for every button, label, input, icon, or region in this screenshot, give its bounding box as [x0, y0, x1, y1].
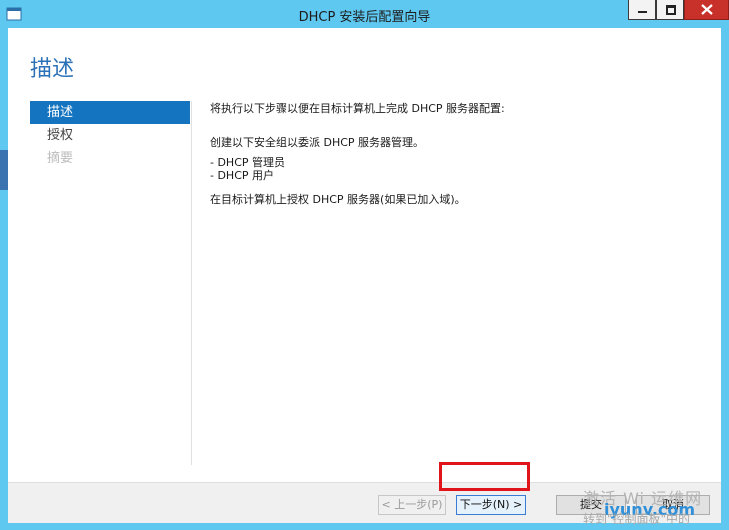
wizard-nav: 描述 授权 摘要 — [30, 101, 190, 170]
group-admins-item: - DHCP 管理员 — [210, 156, 286, 169]
close-icon — [701, 4, 713, 15]
security-groups-text: 创建以下安全组以委派 DHCP 服务器管理。 — [210, 136, 425, 149]
page-title: 描述 — [30, 57, 75, 82]
window-title: DHCP 安装后配置向导 — [298, 10, 431, 25]
intro-text: 将执行以下步骤以便在目标计算机上完成 DHCP 服务器配置: — [210, 102, 505, 115]
next-button[interactable]: 下一步(N) > — [456, 495, 526, 515]
maximize-button[interactable] — [656, 0, 684, 20]
close-button[interactable] — [684, 0, 729, 20]
wizard-client: 描述 描述 授权 摘要 将执行以下步骤以便在目标计算机上完成 DHCP 服务器配… — [8, 28, 721, 523]
watermark-control-panel: 转到"控制面板"中的 — [583, 512, 691, 526]
group-users-item: - DHCP 用户 — [210, 169, 275, 182]
next-button-highlight — [439, 462, 530, 491]
minimize-button[interactable] — [628, 0, 656, 20]
nav-item-description[interactable]: 描述 — [30, 101, 190, 124]
nav-item-authorization[interactable]: 授权 — [30, 124, 190, 147]
background-window-edge — [0, 150, 8, 190]
title-bar: DHCP 安装后配置向导 — [0, 0, 729, 28]
previous-button: < 上一步(P) — [378, 495, 446, 515]
nav-divider — [191, 101, 192, 465]
nav-item-summary: 摘要 — [47, 151, 74, 166]
authorize-text: 在目标计算机上授权 DHCP 服务器(如果已加入域)。 — [210, 193, 466, 206]
